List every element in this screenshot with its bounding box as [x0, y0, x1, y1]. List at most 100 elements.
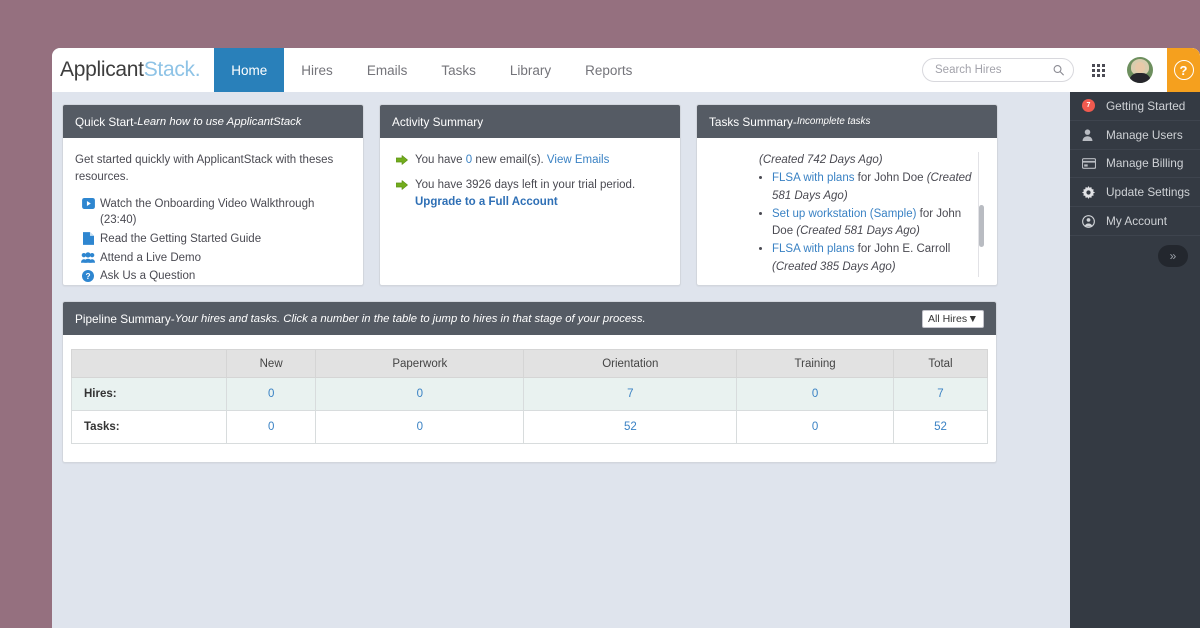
- task-list-item[interactable]: FLSA with plans for John Doe (Created 58…: [772, 170, 985, 205]
- activity-summary-body: You have 0 new email(s). View Emails You…: [380, 138, 680, 285]
- tasks-cut-off-text: (Created 742 Days Ago): [759, 154, 883, 166]
- cell-tasks-new[interactable]: 0: [225, 410, 317, 444]
- tasks-summary-card: Tasks Summary - Incomplete tasks (Create…: [696, 104, 998, 286]
- task-list-item[interactable]: FLSA with plans for John E. Carroll (Cre…: [772, 241, 985, 276]
- pipeline-table-head: New Paperwork Orientation Training Total: [71, 349, 989, 378]
- green-arrow-icon: [395, 154, 409, 171]
- sidebar-item-getting-started[interactable]: 7 Getting Started: [1070, 92, 1200, 121]
- tasks-scroll-region[interactable]: (Created 742 Days Ago) FLSA with plans f…: [709, 152, 985, 277]
- pipeline-summary-header: Pipeline Summary - Your hires and tasks.…: [63, 302, 996, 335]
- activity-emails-prefix: You have: [415, 154, 466, 166]
- cell-hires-total[interactable]: 7: [892, 377, 989, 411]
- quick-start-link-row[interactable]: Watch the Onboarding Video Walkthrough (…: [75, 196, 351, 229]
- table-row: Hires: 0 0 7 0 7: [71, 377, 989, 411]
- activity-summary-title: Activity Summary: [392, 114, 484, 129]
- table-row: Tasks: 0 0 52 0 52: [71, 410, 989, 444]
- chevron-down-icon: ▼: [967, 312, 978, 325]
- right-sidebar: 7 Getting Started Manage Users Manage Bi…: [1070, 92, 1200, 628]
- activity-text-emails: You have 0 new email(s). View Emails: [415, 152, 609, 169]
- search-box[interactable]: [922, 58, 1074, 82]
- sidebar-item-manage-users[interactable]: Manage Users: [1070, 121, 1200, 150]
- user-icon: [1082, 129, 1099, 141]
- svg-text:?: ?: [85, 271, 90, 281]
- tab-home[interactable]: Home: [214, 48, 285, 92]
- cell-hires-new[interactable]: 0: [225, 377, 317, 411]
- search-input[interactable]: [923, 64, 1073, 76]
- question-circle-icon: ?: [81, 269, 95, 283]
- tab-library[interactable]: Library: [493, 48, 568, 92]
- gear-icon: [1082, 185, 1099, 199]
- quick-start-body: Get started quickly with ApplicantStack …: [63, 138, 363, 285]
- logo-text-stack: Stack: [143, 58, 195, 81]
- quick-start-title: Quick Start: [75, 114, 134, 129]
- activity-trial-prefix: You have 3926 days left in your trial pe…: [415, 178, 636, 191]
- activity-emails-middle: new email(s).: [472, 154, 547, 166]
- people-group-icon: [81, 251, 95, 265]
- activity-text-trial: You have 3926 days left in your trial pe…: [415, 177, 668, 212]
- quick-start-link-row[interactable]: ? Ask Us a Question: [75, 268, 351, 285]
- column-header-orientation: Orientation: [523, 349, 738, 378]
- quick-start-link-guide[interactable]: Read the Getting Started Guide: [100, 231, 261, 248]
- user-avatar[interactable]: [1127, 57, 1153, 83]
- task-link[interactable]: Set up workstation (Sample): [772, 208, 916, 220]
- cell-tasks-paperwork[interactable]: 0: [315, 410, 525, 444]
- avatar-face: [1135, 62, 1145, 73]
- help-button[interactable]: ?: [1167, 48, 1200, 92]
- cell-tasks-total[interactable]: 52: [892, 410, 989, 444]
- main-content: Quick Start - Learn how to use Applicant…: [52, 92, 1070, 628]
- quick-start-card: Quick Start - Learn how to use Applicant…: [62, 104, 364, 286]
- applicantstack-logo[interactable]: Applicant Stack.: [52, 48, 214, 92]
- tasks-list: FLSA with plans for John Doe (Created 58…: [714, 170, 985, 277]
- row-label-hires: Hires:: [71, 377, 227, 411]
- tab-reports[interactable]: Reports: [568, 48, 649, 92]
- task-list-item[interactable]: Set up workstation (Sample) for John Doe…: [772, 206, 985, 241]
- task-for-text: for John Doe: [854, 172, 927, 185]
- quick-start-link-row[interactable]: Attend a Live Demo: [75, 250, 351, 267]
- tasks-scrollbar-thumb[interactable]: [979, 205, 984, 247]
- cell-hires-paperwork[interactable]: 0: [315, 377, 525, 411]
- main-nav-tabs: Home Hires Emails Tasks Library Reports: [214, 48, 649, 92]
- quick-start-link-video[interactable]: Watch the Onboarding Video Walkthrough (…: [100, 196, 351, 229]
- cell-tasks-training[interactable]: 0: [736, 410, 894, 444]
- cell-hires-orientation[interactable]: 7: [523, 377, 738, 411]
- task-link[interactable]: FLSA with plans: [772, 243, 854, 255]
- badge-icon: 7: [1082, 99, 1099, 113]
- pipeline-table: New Paperwork Orientation Training Total…: [71, 349, 989, 444]
- pipeline-summary-card: Pipeline Summary - Your hires and tasks.…: [62, 301, 997, 463]
- sidebar-collapse-button[interactable]: »: [1158, 245, 1188, 267]
- page-body: 7 Getting Started Manage Users Manage Bi…: [52, 92, 1200, 628]
- sidebar-item-my-account[interactable]: My Account: [1070, 207, 1200, 236]
- avatar-body: [1129, 73, 1151, 83]
- row-label-tasks: Tasks:: [71, 410, 227, 444]
- quick-start-link-demo[interactable]: Attend a Live Demo: [100, 250, 201, 267]
- task-link[interactable]: FLSA with plans: [772, 172, 854, 184]
- sidebar-item-manage-billing[interactable]: Manage Billing: [1070, 150, 1200, 179]
- tasks-summary-title: Tasks Summary: [709, 114, 793, 129]
- tab-hires[interactable]: Hires: [284, 48, 350, 92]
- cell-hires-training[interactable]: 0: [736, 377, 894, 411]
- getting-started-badge-count: 7: [1082, 99, 1095, 113]
- column-header-training: Training: [736, 349, 894, 378]
- tab-emails[interactable]: Emails: [350, 48, 425, 92]
- task-meta: (Created 581 Days Ago): [796, 225, 920, 237]
- pipeline-subtitle: Your hires and tasks. Click a number in …: [174, 312, 646, 325]
- table-header-row: New Paperwork Orientation Training Total: [71, 349, 989, 378]
- column-header-new: New: [225, 349, 317, 378]
- quick-start-link-row[interactable]: Read the Getting Started Guide: [75, 231, 351, 248]
- logo-dot: .: [194, 58, 201, 81]
- hires-filter-dropdown[interactable]: All Hires ▼: [922, 309, 984, 328]
- cell-tasks-orientation[interactable]: 52: [523, 410, 738, 444]
- hires-filter-selected: All Hires: [928, 312, 968, 325]
- task-for-text: for John E. Carroll: [854, 243, 951, 256]
- upgrade-account-link[interactable]: Upgrade to a Full Account: [415, 196, 558, 208]
- sidebar-item-update-settings[interactable]: Update Settings: [1070, 178, 1200, 208]
- tab-tasks[interactable]: Tasks: [424, 48, 493, 92]
- pipeline-table-body: Hires: 0 0 7 0 7 Tasks: 0 0 52 0 52: [71, 377, 989, 444]
- task-meta: (Created 385 Days Ago): [772, 260, 896, 273]
- quick-start-link-question[interactable]: Ask Us a Question: [100, 268, 195, 285]
- sidebar-label-manage-billing: Manage Billing: [1106, 156, 1184, 171]
- sidebar-label-getting-started: Getting Started: [1106, 98, 1186, 113]
- view-emails-link[interactable]: View Emails: [547, 154, 609, 166]
- apps-grid-icon[interactable]: [1092, 63, 1105, 77]
- column-header-total: Total: [892, 349, 989, 378]
